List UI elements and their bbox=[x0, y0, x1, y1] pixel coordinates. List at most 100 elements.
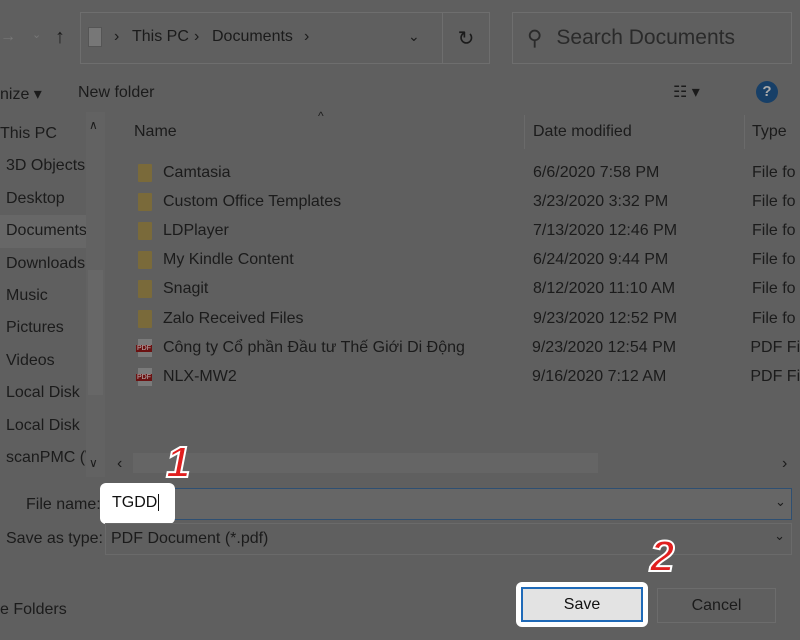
breadcrumb-this-pc[interactable]: This PC bbox=[132, 28, 189, 46]
scroll-left-icon[interactable]: ‹ bbox=[117, 455, 122, 473]
save-as-type-select[interactable]: PDF Document (*.pdf) ⌄ bbox=[105, 523, 792, 555]
file-name: Custom Office Templates bbox=[163, 192, 342, 210]
help-icon[interactable]: ? bbox=[756, 81, 778, 103]
cancel-button[interactable]: Cancel bbox=[657, 588, 776, 623]
file-date: 8/12/2020 11:10 AM bbox=[533, 280, 676, 298]
file-name-value: TGDD bbox=[112, 494, 158, 511]
refresh-button[interactable]: ↻ bbox=[442, 12, 490, 64]
breadcrumb-separator-icon: › bbox=[194, 28, 200, 45]
nav-item-music[interactable]: Music bbox=[0, 280, 86, 312]
column-divider[interactable] bbox=[744, 115, 745, 149]
chevron-down-icon: ⌄ bbox=[774, 528, 785, 543]
save-as-type-value: PDF Document (*.pdf) bbox=[111, 530, 269, 547]
nav-item-local-disk[interactable]: Local Disk bbox=[0, 377, 86, 409]
file-name: Zalo Received Files bbox=[163, 309, 304, 327]
navigation-pane: This PC 3D Objects Desktop Documents Dow… bbox=[0, 118, 86, 474]
nav-scroll-up-icon[interactable]: ∧ bbox=[89, 118, 98, 132]
nav-item-pictures[interactable]: Pictures bbox=[0, 312, 86, 344]
search-placeholder: Search Documents bbox=[556, 26, 735, 49]
nav-scroll-down-icon[interactable]: ∨ bbox=[89, 456, 98, 470]
sort-arrow-icon: ^ bbox=[318, 109, 324, 123]
search-icon: ⚲ bbox=[527, 26, 543, 50]
recent-dropdown[interactable]: ⌄ bbox=[32, 28, 41, 41]
file-row[interactable]: LDPlayer 7/13/2020 12:46 PM File fo bbox=[110, 216, 800, 245]
search-input[interactable]: ⚲ Search Documents bbox=[512, 12, 792, 64]
breadcrumb-separator-icon: › bbox=[304, 28, 310, 45]
save-button[interactable]: Save bbox=[521, 587, 643, 622]
nav-item-desktop[interactable]: Desktop bbox=[0, 183, 86, 215]
file-row[interactable]: Custom Office Templates 3/23/2020 3:32 P… bbox=[110, 187, 800, 216]
pdf-icon bbox=[136, 367, 152, 386]
nav-item-documents[interactable]: Documents bbox=[0, 215, 86, 248]
nav-item-scanpmc[interactable]: scanPMC (\ bbox=[0, 442, 86, 474]
nav-item-this-pc[interactable]: This PC bbox=[0, 118, 86, 150]
file-name: Snagit bbox=[163, 280, 209, 298]
file-row[interactable]: Zalo Received Files 9/23/2020 12:52 PM F… bbox=[110, 304, 800, 333]
folder-icon bbox=[138, 251, 152, 270]
file-name-dropdown-icon[interactable]: ⌄ bbox=[775, 494, 786, 510]
folder-icon bbox=[138, 280, 152, 299]
up-button[interactable]: ↑ bbox=[55, 26, 65, 49]
file-name: NLX-MW2 bbox=[162, 367, 237, 385]
refresh-icon: ↻ bbox=[457, 27, 475, 50]
file-name: My Kindle Content bbox=[163, 251, 294, 269]
file-name: Công ty Cổ phần Đầu tư Thế Giới Di Động bbox=[162, 338, 465, 356]
file-date: 7/13/2020 12:46 PM bbox=[533, 221, 678, 239]
view-options-icon[interactable]: ☷ ▾ bbox=[673, 82, 700, 102]
column-header-name[interactable]: Name bbox=[134, 123, 177, 141]
pdf-icon bbox=[136, 338, 152, 357]
file-row[interactable]: Công ty Cổ phần Đầu tư Thế Giới Di Động … bbox=[110, 333, 800, 362]
file-type: File fo bbox=[752, 280, 796, 298]
file-row[interactable]: Snagit 8/12/2020 11:10 AM File fo bbox=[110, 275, 800, 304]
file-name: Camtasia bbox=[163, 163, 231, 181]
file-type: File fo bbox=[752, 251, 796, 269]
organize-menu[interactable]: nize ▾ bbox=[0, 84, 42, 104]
file-date: 3/23/2020 3:32 PM bbox=[533, 192, 669, 210]
breadcrumb-separator-icon: › bbox=[114, 28, 120, 45]
file-row[interactable]: NLX-MW2 9/16/2020 7:12 AM PDF Fi bbox=[110, 362, 800, 391]
file-row[interactable]: Camtasia 6/6/2020 7:58 PM File fo bbox=[110, 158, 800, 187]
column-header-type[interactable]: Type bbox=[752, 123, 787, 141]
nav-scrollbar-thumb[interactable] bbox=[88, 270, 103, 395]
file-name: LDPlayer bbox=[163, 221, 229, 239]
documents-icon bbox=[88, 27, 102, 47]
file-name-label: File name: bbox=[26, 496, 101, 513]
file-type: PDF Fi bbox=[750, 367, 800, 385]
text-cursor bbox=[158, 494, 160, 511]
new-folder-button[interactable]: New folder bbox=[78, 84, 154, 102]
file-name-highlight[interactable]: TGDD bbox=[100, 483, 175, 524]
step-2-label: 2 bbox=[649, 531, 676, 582]
scroll-right-icon[interactable]: › bbox=[782, 455, 787, 473]
column-divider[interactable] bbox=[524, 115, 525, 149]
file-type: File fo bbox=[752, 163, 796, 181]
breadcrumb-documents[interactable]: Documents bbox=[212, 28, 293, 46]
nav-item-3d-objects[interactable]: 3D Objects bbox=[0, 150, 86, 182]
file-type: File fo bbox=[752, 192, 796, 210]
nav-item-downloads[interactable]: Downloads bbox=[0, 248, 86, 280]
nav-item-local-disk[interactable]: Local Disk bbox=[0, 410, 86, 442]
column-header-date[interactable]: Date modified bbox=[533, 123, 632, 141]
file-date: 9/16/2020 7:12 AM bbox=[531, 367, 667, 385]
hide-folders-button[interactable]: e Folders bbox=[0, 601, 67, 619]
folder-icon bbox=[138, 163, 152, 182]
nav-item-videos[interactable]: Videos bbox=[0, 345, 86, 377]
file-type: File fo bbox=[752, 309, 796, 327]
address-dropdown-icon[interactable]: ⌄ bbox=[408, 28, 420, 45]
column-headers: ^ Name Date modified Type bbox=[110, 109, 800, 149]
step-1-label: 1 bbox=[165, 437, 192, 488]
file-type: PDF Fi bbox=[750, 338, 800, 356]
file-name-input[interactable] bbox=[105, 488, 792, 520]
file-date: 6/24/2020 9:44 PM bbox=[533, 251, 669, 269]
save-highlight: Save bbox=[516, 582, 648, 627]
file-date: 6/6/2020 7:58 PM bbox=[533, 163, 660, 181]
folder-icon bbox=[138, 221, 152, 240]
horizontal-scrollbar-thumb[interactable] bbox=[133, 453, 598, 473]
file-row[interactable]: My Kindle Content 6/24/2020 9:44 PM File… bbox=[110, 246, 800, 275]
file-date: 9/23/2020 12:54 PM bbox=[531, 338, 677, 356]
folder-icon bbox=[138, 192, 152, 211]
file-type: File fo bbox=[752, 221, 796, 239]
folder-icon bbox=[138, 309, 152, 328]
save-as-type-label: Save as type: bbox=[6, 530, 103, 547]
back-button[interactable]: → bbox=[0, 28, 16, 46]
file-date: 9/23/2020 12:52 PM bbox=[533, 309, 678, 327]
